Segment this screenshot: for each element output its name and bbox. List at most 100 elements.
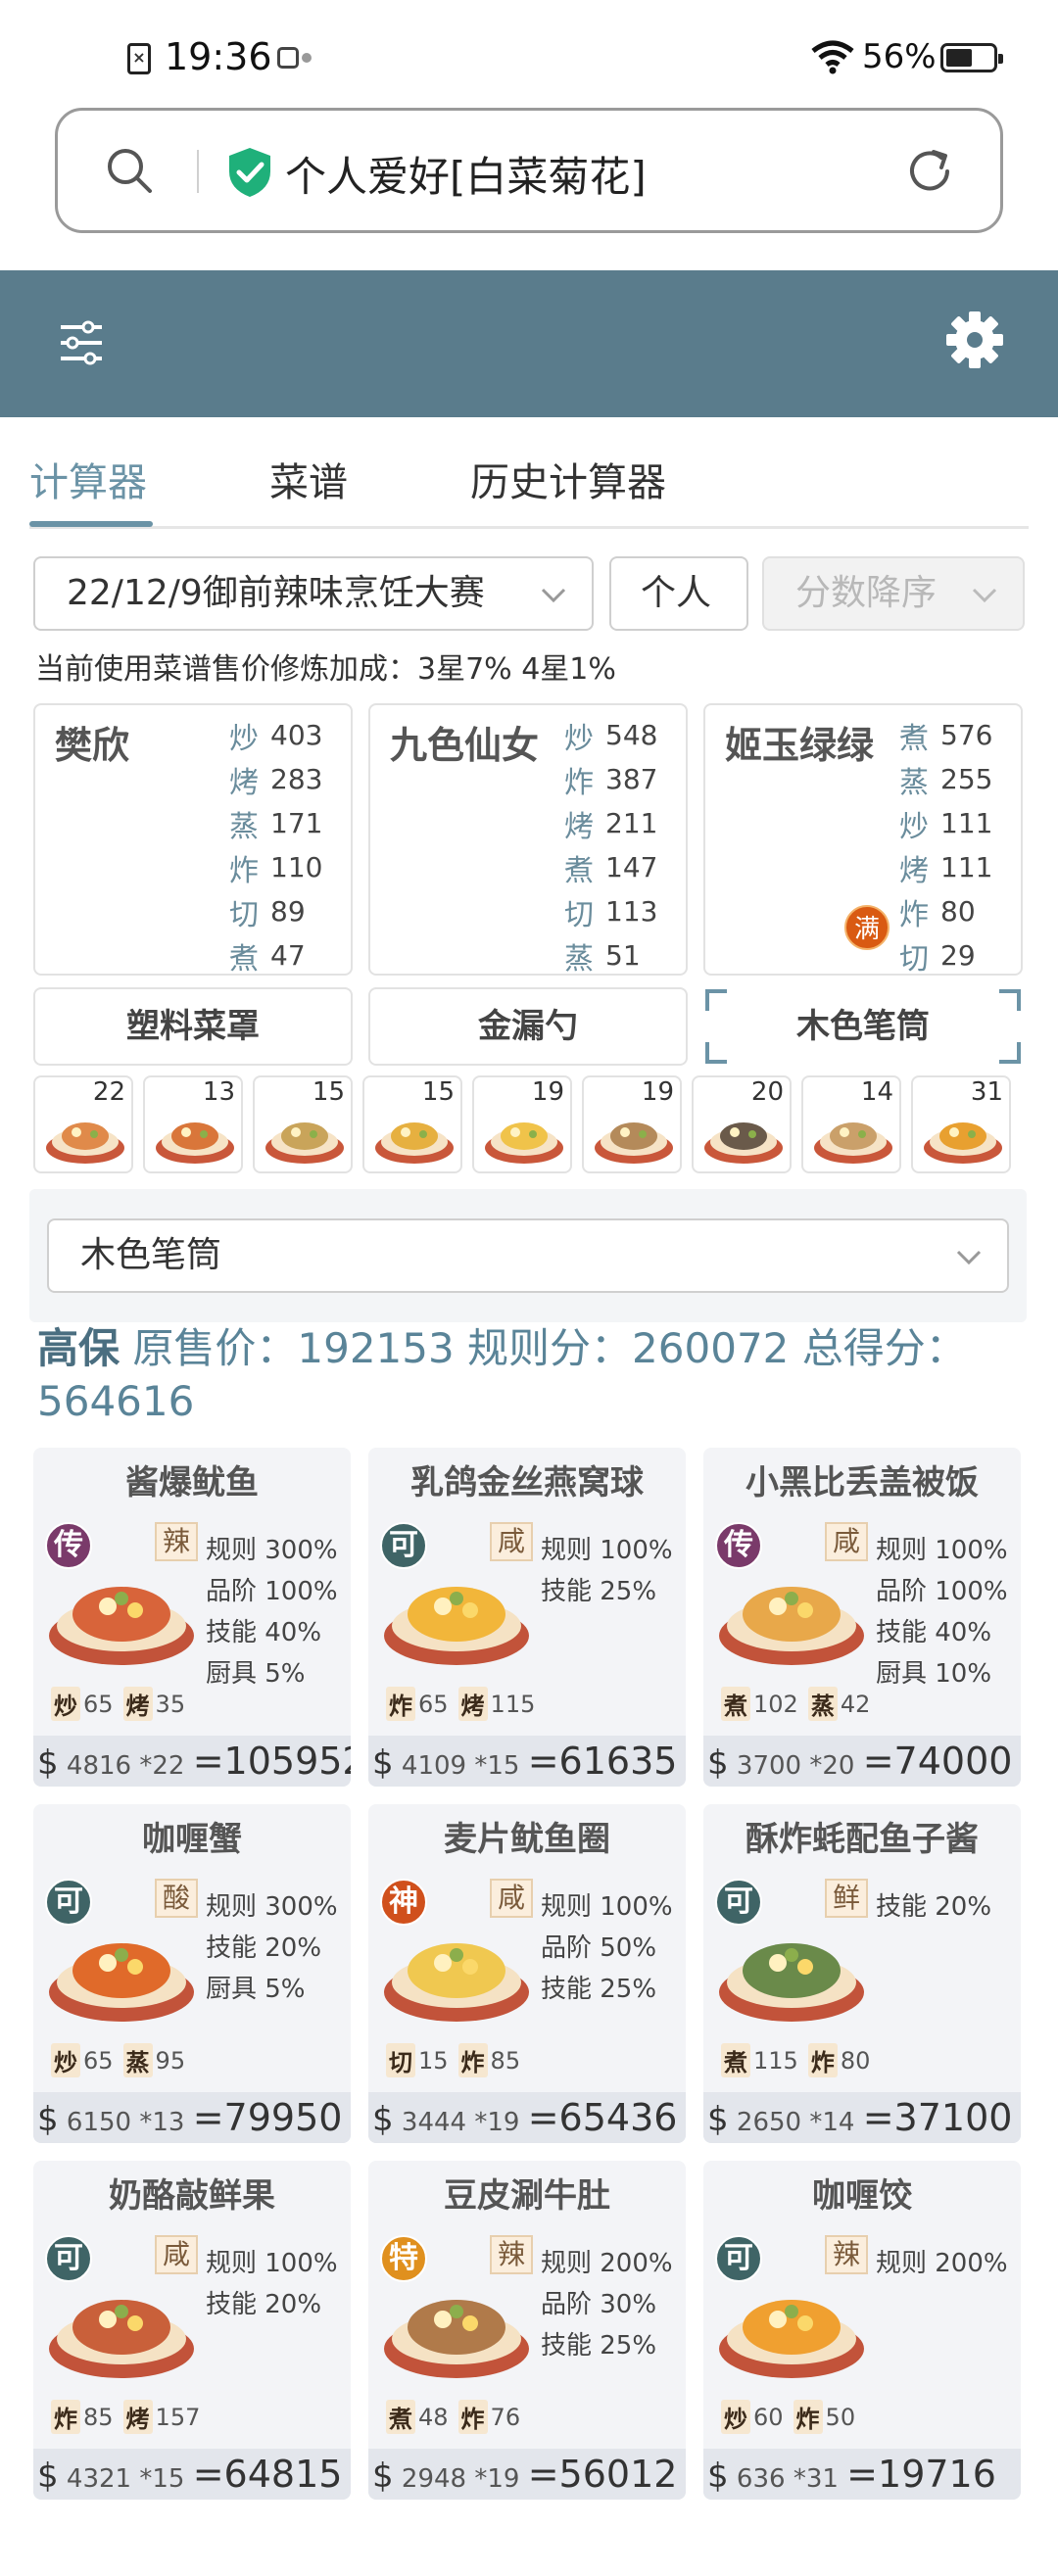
chef-skills: 炒 548 炸 387 烤 211 煮 147 切 113 蒸 51: [564, 713, 666, 978]
skill-requirements: 炸 65 烤 115: [386, 1687, 535, 1721]
req-skill: 蒸: [122, 2043, 153, 2077]
skill-type: 蒸: [564, 941, 594, 977]
chef-skills: 炒 403 烤 283 蒸 171 炸 110 切 89 煮 47: [229, 713, 331, 978]
focus-corner: [705, 989, 727, 1011]
req-value: 65: [83, 1690, 114, 1718]
flavor-tag: 咸: [490, 1522, 533, 1561]
recipe-card[interactable]: 奶酪敲鲜果可咸规则 100% 技能 20% 炸 85 烤 157 $ 4321 *15 =6…: [33, 2161, 351, 2500]
recipe-bonuses: 规则 100% 技能 25%: [541, 1530, 673, 1612]
recipe-bonuses: 技能 20%: [876, 1886, 991, 1928]
dollar-icon: $: [707, 2457, 729, 2496]
bonus-line: 技能 25%: [541, 1577, 657, 1606]
mode-select[interactable]: 个人: [609, 556, 748, 631]
tool-slot-3[interactable]: 木色笔筒: [703, 987, 1023, 1066]
recipe-name: 麦片鱿鱼圈: [444, 1820, 610, 1859]
recipe-name: 酥炸蚝配鱼子酱: [745, 1820, 979, 1859]
dish-thumbnail[interactable]: 19: [472, 1075, 572, 1173]
summary-chef: 高保: [37, 1324, 120, 1372]
sort-select[interactable]: 分数降序: [762, 556, 1025, 631]
total-price: =65436: [527, 2096, 678, 2139]
tool-select[interactable]: 木色笔筒: [47, 1218, 1009, 1293]
quantity: *19: [474, 2108, 520, 2137]
contest-select[interactable]: 22/12/9御前辣味烹饪大赛: [33, 556, 594, 631]
skill-type: 炒: [899, 809, 929, 844]
tool-select-value: 木色笔筒: [80, 1235, 222, 1275]
skill-requirement: 蒸 95: [122, 2043, 185, 2077]
recipe-bonuses: 规则 300% 品阶 100% 技能 40% 厨具 5%: [206, 1530, 338, 1694]
skill-value: 111: [940, 851, 993, 883]
recipe-card[interactable]: 豆皮涮牛肚特辣规则 200% 品阶 30% 技能 25% 煮 48 炸 76 $ 2948 *…: [368, 2161, 686, 2500]
bonus-line: 技能 40%: [876, 1618, 992, 1647]
tool-slot-2[interactable]: 金漏勺: [368, 987, 688, 1066]
tool-slot-1[interactable]: 塑料菜罩: [33, 987, 353, 1066]
req-skill: 煮: [721, 1687, 750, 1721]
bonus-line: 技能 25%: [541, 2331, 657, 2361]
recipe-card[interactable]: 咖喱饺可 辣规则 200% 炒 60 炸 50 $ 636 *31 =19716: [703, 2161, 1021, 2500]
url-text[interactable]: 个人爱好[白菜菊花]: [285, 144, 647, 204]
req-value: 115: [753, 2046, 798, 2075]
recipe-card[interactable]: 乳鸽金丝燕窝球可咸规则 100% 技能 25% 炸 65 烤 115 $ 4109 *15 …: [368, 1448, 686, 1787]
recipe-bonuses: 规则 200% 品阶 30% 技能 25%: [541, 2243, 673, 2366]
filter-sliders-icon[interactable]: [57, 313, 106, 372]
dish-thumbnail[interactable]: 22: [33, 1075, 133, 1173]
gear-icon[interactable]: [944, 310, 1005, 370]
dish-thumbnail[interactable]: 14: [801, 1075, 901, 1173]
req-value: 42: [840, 1690, 871, 1718]
chevron-down-icon: [541, 588, 566, 603]
bonus-line: 厨具 10%: [876, 1659, 992, 1689]
skill-type: 炸: [899, 897, 929, 932]
tool-slot-3-label: 木色笔筒: [796, 1007, 930, 1046]
dish-thumbnail[interactable]: 15: [362, 1075, 462, 1173]
chef-card[interactable]: 九色仙女炒 548 炸 387 烤 211 煮 147 切 113 蒸 51: [368, 703, 688, 978]
dish-icon: [375, 1122, 454, 1164]
quantity: *22: [139, 1751, 185, 1781]
divider: [197, 150, 199, 193]
price-row: $ 3700 *20 =74000: [703, 1736, 1021, 1787]
dish-thumbnail[interactable]: 15: [253, 1075, 353, 1173]
tab-recipes[interactable]: 菜谱: [269, 451, 348, 507]
recipe-card[interactable]: 咖喱蟹可酸规则 300% 技能 20% 厨具 5% 炒 65 蒸 95 $ 6150 *13 …: [33, 1804, 351, 2143]
skill-requirements: 煮 115 炸 80: [721, 2043, 870, 2077]
dish-thumbnail[interactable]: 13: [143, 1075, 243, 1173]
dish-thumbnail[interactable]: 19: [582, 1075, 682, 1173]
quantity: *13: [139, 2108, 185, 2137]
bonus-line: 品阶 100%: [206, 1577, 338, 1606]
recipe-card[interactable]: 酥炸蚝配鱼子酱可 鲜技能 20% 煮 115 炸 80 $ 2650 *14 =37100: [703, 1804, 1021, 2143]
recipe-card[interactable]: 酱爆鱿鱼传辣规则 300% 品阶 100% 技能 40% 厨具 5% 炒 65 烤 35 $ 4…: [33, 1448, 351, 1787]
tab-calculator[interactable]: 计算器: [29, 451, 147, 507]
flavor-tag: 咸: [155, 2235, 198, 2274]
req-value: 85: [83, 2403, 114, 2431]
req-value: 48: [418, 2403, 449, 2431]
chef-card[interactable]: 姬玉绿绿煮 576 蒸 255 炒 111 烤 111 炸 80 切 29 满: [703, 703, 1023, 977]
skill-requirement: 蒸 42: [807, 1687, 871, 1721]
req-value: 50: [825, 2403, 856, 2431]
bonus-line: 规则 300%: [206, 1892, 338, 1922]
dollar-icon: $: [37, 2100, 59, 2139]
skill-requirement: 炸 50: [793, 2400, 856, 2434]
req-value: 65: [83, 2046, 114, 2075]
flavor-tag: 辣: [825, 2235, 868, 2274]
bonus-line: 规则 200%: [876, 2249, 1008, 2278]
dish-thumbnail[interactable]: 31: [911, 1075, 1011, 1173]
recipe-card[interactable]: 小黑比丢盖被饭传 咸规则 100% 品阶 100% 技能 40% 厨具 10% 煮 102 蒸…: [703, 1448, 1021, 1787]
unit-price: 4816: [66, 1751, 132, 1781]
recipe-card[interactable]: 麦片鱿鱼圈神咸规则 100% 品阶 50% 技能 25% 切 15 炸 85 $ 3444 *…: [368, 1804, 686, 2143]
skill-requirement: 炒 65: [51, 2043, 114, 2077]
unit-price: 3444: [401, 2108, 467, 2137]
price-row: $ 2948 *19 =56012: [368, 2449, 686, 2500]
chef-card[interactable]: 樊欣 炒 403 烤 283 蒸 171 炸 110 切 89 煮 47: [33, 703, 353, 978]
recipe-name: 酱爆鱿鱼: [125, 1463, 259, 1503]
req-skill: 烤: [122, 2400, 153, 2434]
bonus-line: 规则 100%: [541, 1892, 673, 1922]
address-bar[interactable]: 个人爱好[白菜菊花]: [55, 108, 1003, 233]
bonus-line: 技能 20%: [206, 1933, 322, 1963]
bonus-line: 规则 100%: [541, 1536, 673, 1565]
quantity: *15: [474, 1751, 520, 1781]
reload-icon[interactable]: [904, 146, 955, 197]
tab-history[interactable]: 历史计算器: [470, 451, 666, 507]
dish-icon: [265, 1122, 344, 1164]
dish-thumbnail[interactable]: 20: [692, 1075, 792, 1173]
tier-badge: 可: [45, 2235, 92, 2282]
recipe-name: 豆皮涮牛肚: [444, 2176, 610, 2216]
search-icon[interactable]: [105, 146, 154, 195]
